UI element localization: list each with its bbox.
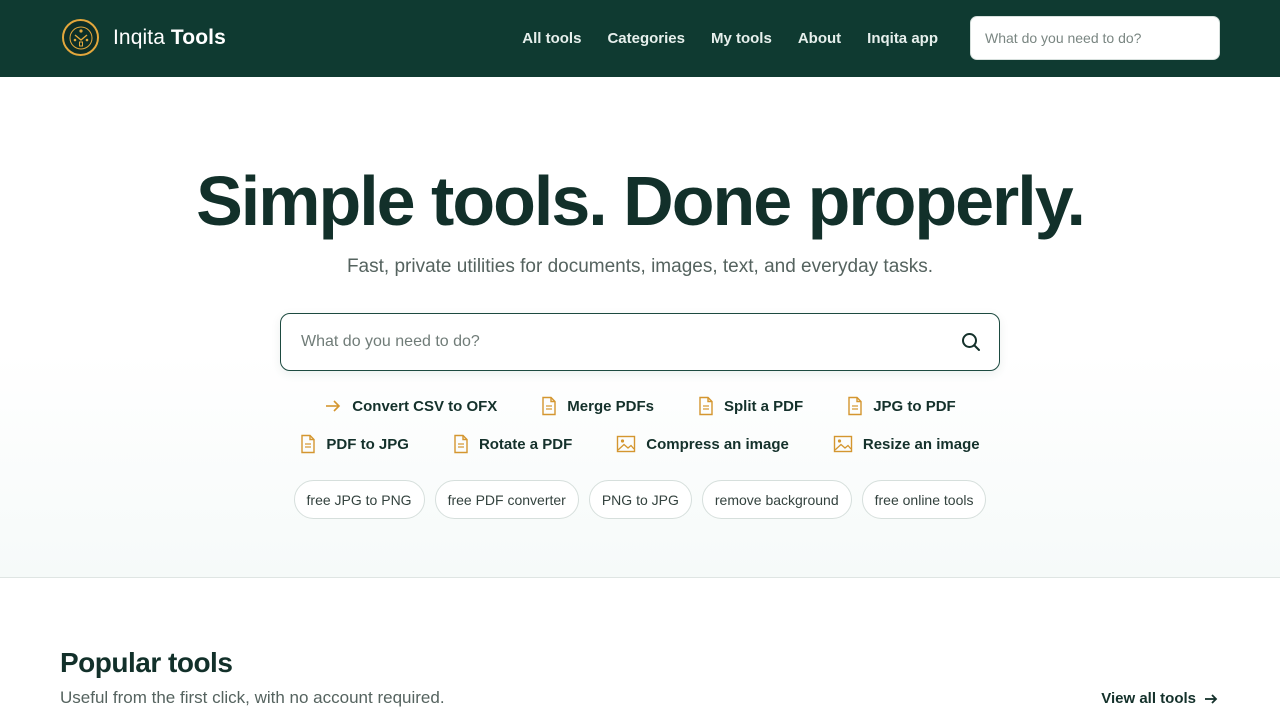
image-icon [833,435,853,453]
quick-link-label: PDF to JPG [326,435,409,453]
chip-free-pdf-converter[interactable]: free PDF converter [434,480,579,519]
nav-my-tools[interactable]: My tools [711,30,772,47]
document-icon [699,396,713,416]
chip-free-online-tools[interactable]: free online tools [861,480,987,519]
nav-all-tools[interactable]: All tools [522,30,581,47]
quick-link-rotate-a-pdf[interactable]: Rotate a PDF [453,433,572,455]
search-icon[interactable] [959,330,983,354]
quick-link-compress-an-image[interactable]: Compress an image [616,433,789,455]
hero-section: Simple tools. Done properly. Fast, priva… [0,77,1280,578]
quick-links-row: Convert CSV to OFX Merge PDFs Split a PD… [0,395,1280,417]
arrow-right-icon [1205,693,1218,704]
popular-tools-subtitle: Useful from the first click, with no acc… [60,688,445,707]
view-all-tools-link[interactable]: View all tools [1101,690,1218,707]
quick-link-label: Convert CSV to OFX [352,397,498,415]
arrow-right-icon [326,400,341,412]
quick-link-convert-csv-to-ofx[interactable]: Convert CSV to OFX [324,395,497,417]
quick-link-label: Resize an image [862,435,980,453]
hero-search-box [280,313,1000,371]
nav-inqita-app[interactable]: Inqita app [867,30,938,47]
quick-link-label: Rotate a PDF [478,435,573,453]
chip-free-jpg-to-png[interactable]: free JPG to PNG [293,480,425,519]
logo-icon [62,19,99,56]
quick-link-pdf-to-jpg[interactable]: PDF to JPG [300,433,409,455]
chip-remove-background[interactable]: remove background [701,480,852,519]
quick-link-label: JPG to PDF [873,397,956,415]
hero-title: Simple tools. Done properly. [196,162,1086,240]
suggestion-chips: free JPG to PNG free PDF converter PNG t… [0,480,1280,519]
brand-name: Inqita Tools [113,25,226,49]
quick-link-resize-an-image[interactable]: Resize an image [833,433,980,455]
hero-search-input[interactable] [281,314,941,370]
document-icon [542,396,556,416]
top-navigation-bar: Inqita Tools All tools Categories My too… [0,0,1280,77]
document-icon [454,434,468,454]
header-search-input[interactable] [970,16,1220,60]
chip-png-to-jpg[interactable]: PNG to JPG [588,480,692,519]
quick-link-split-a-pdf[interactable]: Split a PDF [698,395,803,417]
view-all-label: View all tools [1101,690,1196,707]
popular-tools-heading: Popular tools [60,647,233,678]
document-icon [301,434,316,454]
document-icon [848,396,862,416]
nav-categories[interactable]: Categories [607,30,685,47]
quick-link-label: Split a PDF [724,397,804,415]
hero-subtitle: Fast, private utilities for documents, i… [346,256,934,277]
quick-links-row: PDF to JPG Rotate a PDF Compress an imag… [0,433,1280,455]
main-nav: All tools Categories My tools About Inqi… [522,0,938,77]
brand-home-link[interactable]: Inqita Tools [62,19,226,56]
nav-about[interactable]: About [798,30,841,47]
image-icon [617,435,636,453]
quick-link-label: Compress an image [646,435,789,453]
quick-link-label: Merge PDFs [567,397,654,415]
quick-link-jpg-to-pdf[interactable]: JPG to PDF [847,395,956,417]
quick-link-merge-pdfs[interactable]: Merge PDFs [541,395,654,417]
